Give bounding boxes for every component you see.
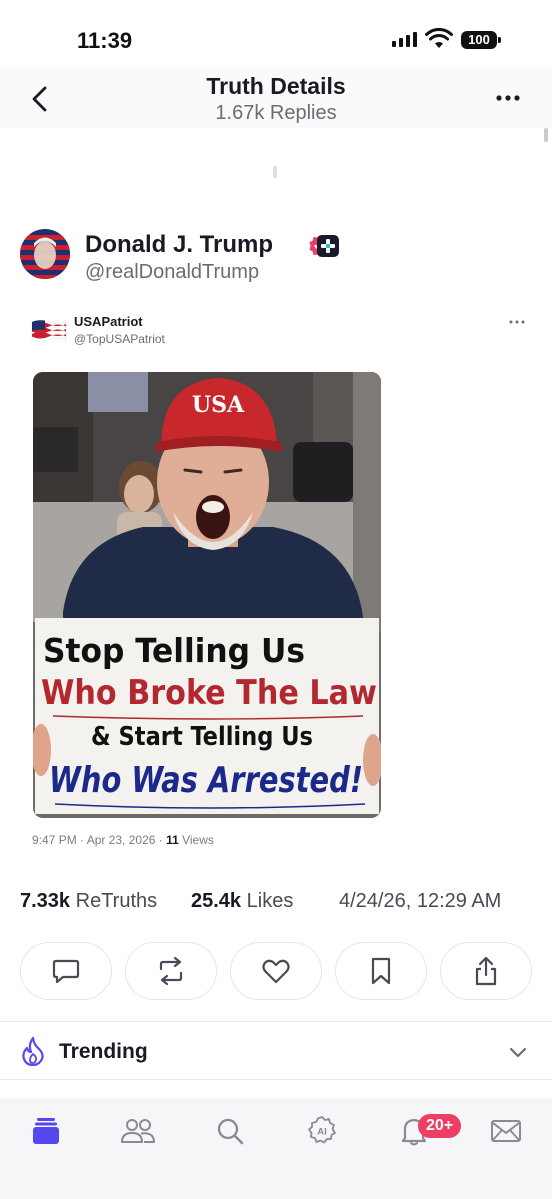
chevron-down-icon[interactable] [509, 1046, 527, 1058]
reply-button[interactable] [20, 942, 112, 1000]
search-icon [217, 1118, 244, 1145]
tab-people[interactable] [118, 1114, 158, 1148]
hat-text: USA [192, 392, 245, 418]
bookmark-icon [371, 957, 391, 985]
nav-header: Truth Details 1.67k Replies [0, 68, 552, 128]
more-options-icon[interactable] [494, 90, 522, 106]
more-options-icon[interactable] [508, 318, 526, 326]
tab-search[interactable] [210, 1114, 250, 1148]
retruths-stat[interactable]: 7.33k ReTruths [20, 890, 157, 913]
post-stats: 7.33k ReTruths 25.4k Likes 4/24/26, 12:2… [20, 890, 540, 918]
battery-tip [498, 37, 501, 43]
quoted-author-handle[interactable]: @TopUSAPatriot [74, 332, 165, 346]
cellular-signal-icon [392, 31, 417, 47]
bookmark-button[interactable] [335, 942, 427, 1000]
author-handle[interactable]: @realDonaldTrump [85, 261, 259, 284]
scrollbar[interactable] [544, 128, 548, 142]
views-label: Views [178, 833, 214, 847]
avatar[interactable] [31, 316, 67, 344]
divider [0, 1021, 552, 1022]
quoted-author-name[interactable]: USAPatriot [74, 314, 143, 329]
bottom-tab-bar: AI [0, 1098, 552, 1199]
divider [0, 1079, 552, 1080]
trending-label: Trending [59, 1040, 148, 1063]
feed-icon [33, 1118, 59, 1144]
ai-icon: AI [308, 1116, 336, 1144]
quoted-post[interactable]: USAPatriot @TopUSAPatriot USA Stop Telli… [20, 300, 540, 860]
page-title: Truth Details [206, 73, 346, 99]
sign-line-3: & Start Telling Us [91, 722, 313, 752]
share-icon [475, 956, 497, 986]
sign-line-4: Who Was Arrested! [49, 760, 363, 801]
retruth-button[interactable] [125, 942, 217, 1000]
reply-count: 1.67k Replies [215, 102, 337, 124]
retruth-icon [159, 957, 183, 985]
reply-icon [52, 959, 80, 984]
author-name[interactable]: Donald J. Trump [85, 231, 273, 259]
post-date: 4/24/26, 12:29 AM [339, 890, 502, 912]
likes-count: 25.4k [191, 890, 242, 912]
wifi-icon [425, 28, 453, 48]
trending-section[interactable]: Trending [20, 1032, 532, 1072]
retruths-label: ReTruths [75, 890, 158, 912]
sign-line-2: Who Broke The Law [41, 673, 377, 713]
status-time: 11:39 [77, 28, 133, 53]
avatar[interactable] [20, 229, 70, 279]
tab-feed[interactable] [26, 1114, 66, 1148]
view-count: 11 [166, 833, 179, 847]
loading-indicator [273, 166, 277, 178]
notification-badge: 20+ [418, 1114, 462, 1138]
tab-messages[interactable] [486, 1114, 526, 1148]
sign-line-1: Stop Telling Us [43, 631, 305, 670]
action-bar [20, 942, 532, 1000]
post-image[interactable]: USA Stop Telling Us Who Broke The Law & … [33, 372, 381, 818]
svg-text:AI: AI [317, 1127, 327, 1138]
likes-label: Likes [246, 890, 294, 912]
mail-icon [491, 1120, 521, 1142]
status-bar: 11:39 100 [0, 0, 552, 70]
tab-ai[interactable]: AI [302, 1114, 342, 1148]
truth-plus-icon [317, 235, 339, 257]
post-author: Donald J. Trump @realDonaldTrump [20, 229, 540, 285]
post-timestamp: 9:47 PM · Apr 23, 2026 · [32, 833, 167, 847]
share-button[interactable] [440, 942, 532, 1000]
flame-icon [22, 1036, 44, 1066]
post-meta: 9:47 PM · Apr 23, 2026 · 11 Views [32, 833, 214, 847]
retruths-count: 7.33k [20, 890, 71, 912]
like-button[interactable] [230, 942, 322, 1000]
battery-icon: 100 [461, 31, 497, 49]
like-icon [262, 959, 290, 984]
people-icon [121, 1119, 155, 1143]
likes-stat[interactable]: 25.4k Likes [191, 890, 293, 913]
